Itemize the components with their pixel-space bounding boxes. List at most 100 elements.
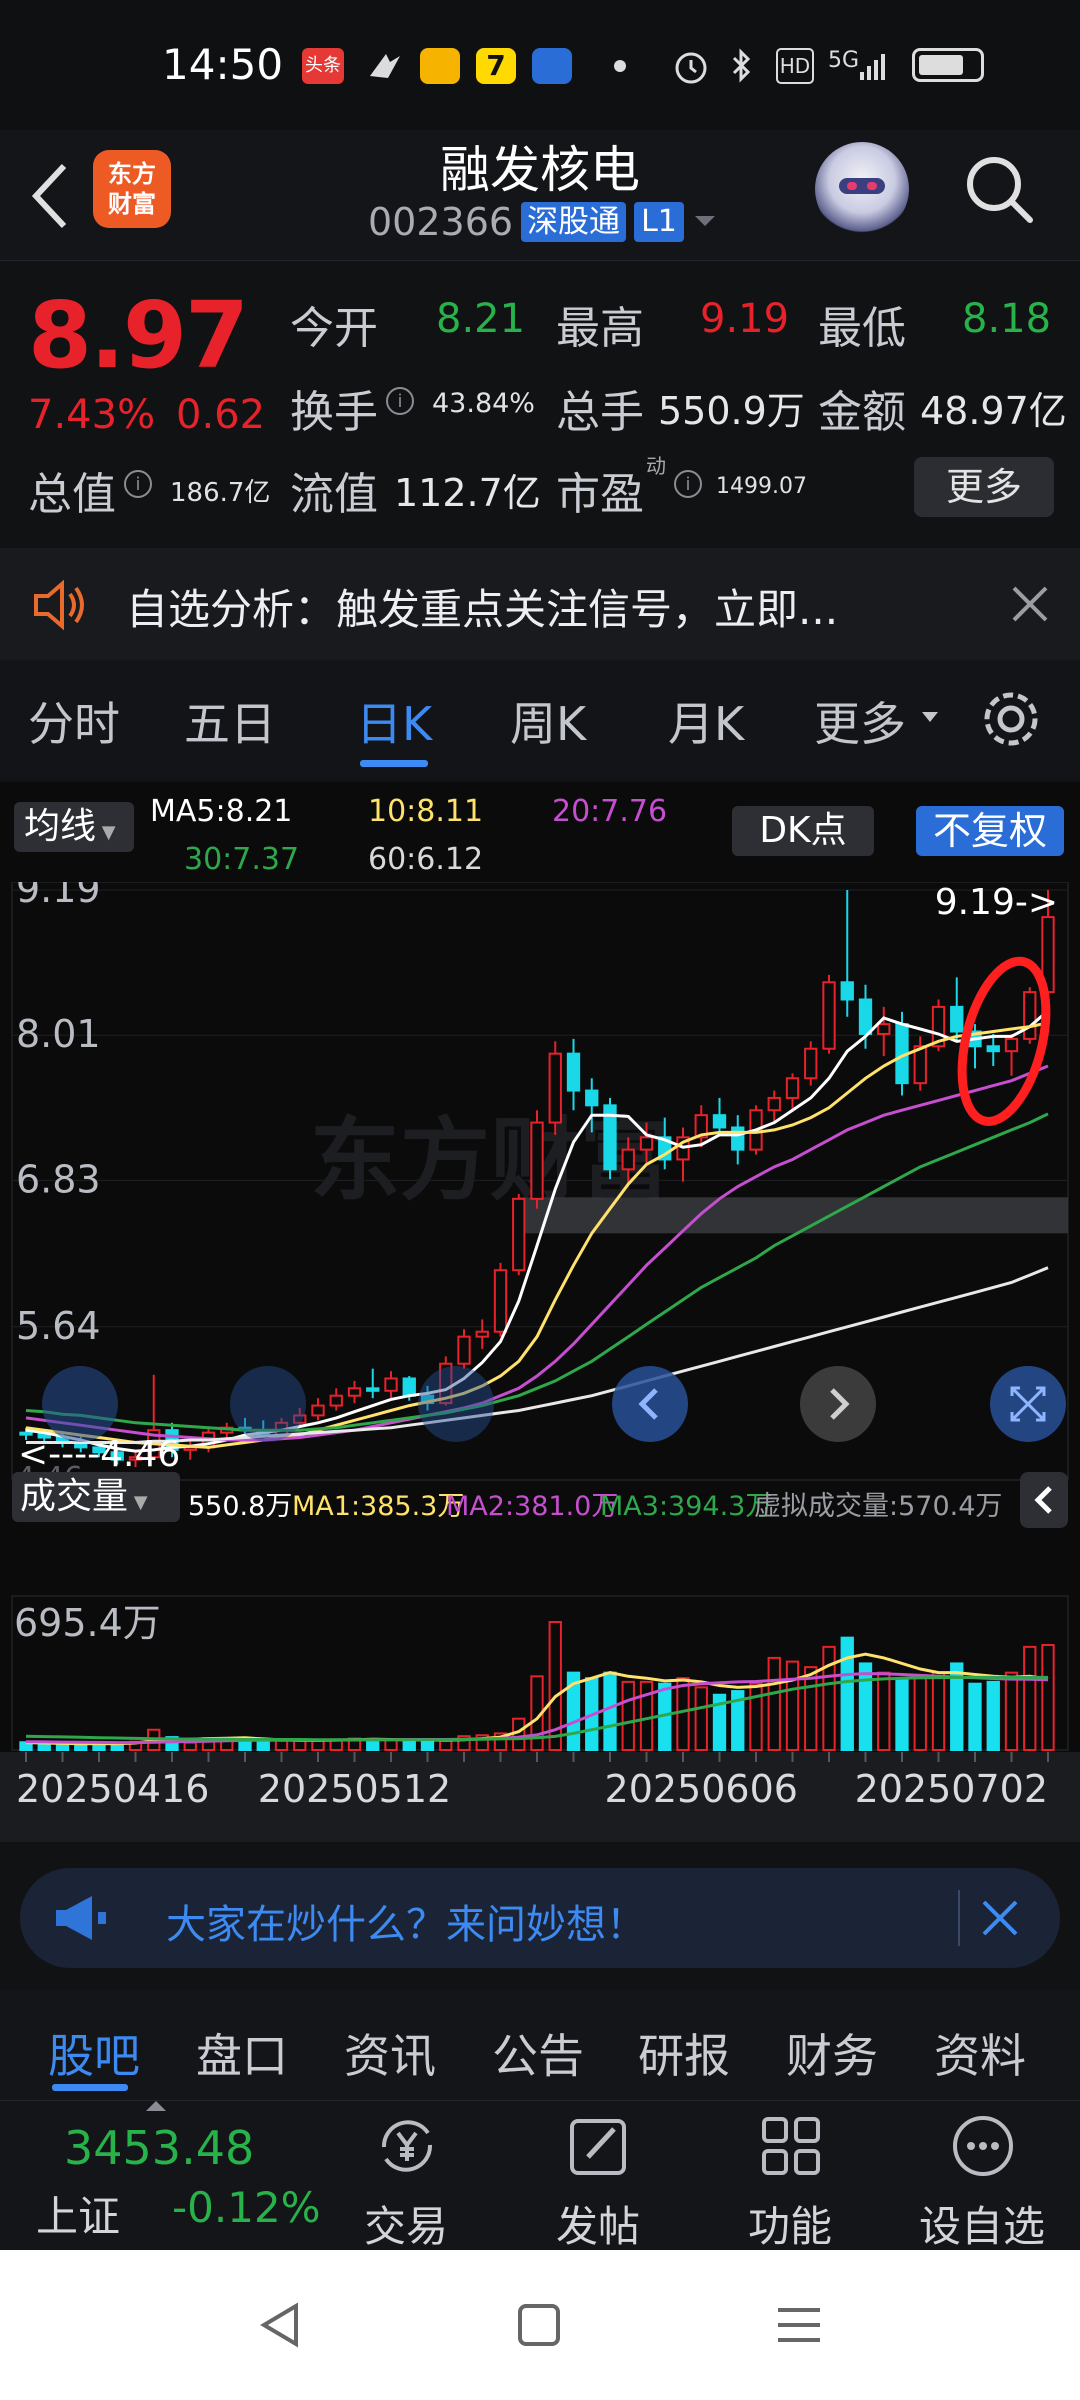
tab-profile[interactable]: 资料 (934, 2020, 1026, 2086)
ma-selector-label: 均线 (24, 806, 97, 847)
close-icon[interactable] (976, 1894, 1024, 1942)
ma60-label: 60:6.12 (368, 842, 484, 877)
float-cap-value: 112.7亿 (394, 471, 541, 515)
index-value: 3453.48 (64, 2121, 255, 2175)
info-icon[interactable]: i (674, 470, 702, 498)
volume-bar-down (110, 1743, 124, 1751)
prev-button[interactable] (612, 1366, 688, 1442)
price-axis-label: 6.83 (16, 1157, 101, 1201)
more-dots-icon (953, 2116, 1013, 2176)
adjust-button[interactable]: 不复权 (916, 806, 1064, 856)
level-tag: L1 (634, 202, 684, 242)
notice-bar[interactable]: 自选分析：触发重点关注信号，立即... (0, 548, 1080, 660)
tab-intraday[interactable]: 分时 (28, 688, 120, 754)
volume-selector-label: 成交量 (20, 1476, 129, 1517)
volume-bar-up (694, 1686, 708, 1751)
kline-chart[interactable]: 均线 ▼ MA5:8.21 10:8.11 20:7.76 30:7.37 60… (0, 782, 1080, 1842)
market-cap-label: 总值 (28, 469, 116, 520)
tab-announcement[interactable]: 公告 (492, 2020, 584, 2086)
candle-up (822, 981, 836, 1050)
volume-bar-up (311, 1739, 325, 1752)
stock-subtitle[interactable]: 002366 深股通 L1 (368, 198, 718, 246)
trade-button[interactable]: 交易 (336, 2101, 476, 2251)
info-icon[interactable]: i (124, 470, 152, 498)
zoom-out-button[interactable] (230, 1366, 306, 1442)
close-icon[interactable] (1006, 580, 1054, 628)
tab-research[interactable]: 研报 (638, 2020, 730, 2086)
fullscreen-button[interactable] (990, 1366, 1066, 1442)
candle-up (804, 1047, 818, 1080)
volume-bar-up (439, 1739, 453, 1752)
post-button[interactable]: 发帖 (528, 2101, 668, 2251)
tab-pankou[interactable]: 盘口 (196, 2020, 288, 2086)
high-value: 9.19 (700, 296, 790, 342)
content-tabs: 股吧 盘口 资讯 公告 研报 财务 资料 (0, 1990, 1080, 2100)
nav-home-icon[interactable] (514, 2300, 564, 2350)
market-cap-value: 186.7亿 (170, 478, 271, 508)
candle-up (877, 1023, 891, 1035)
tab-guba[interactable]: 股吧 (48, 2020, 140, 2086)
next-button[interactable] (800, 1366, 876, 1442)
open-label: 今开 (290, 303, 378, 354)
index-widget[interactable]: 3453.48 上证 -0.12% (0, 2101, 321, 2251)
zoom-in-button[interactable] (418, 1366, 494, 1442)
volume-max-label: 695.4万 (14, 1601, 161, 1645)
candle-down (986, 1045, 1000, 1053)
turnover-value: 43.84% (432, 388, 535, 419)
add-watchlist-button[interactable]: 设自选 (912, 2101, 1052, 2251)
volume-bar-up (877, 1671, 891, 1751)
tab-more[interactable]: 更多 (814, 688, 906, 754)
tab-monthly-k[interactable]: 月K (668, 688, 744, 754)
info-icon[interactable]: i (386, 387, 414, 415)
tab-finance[interactable]: 财务 (786, 2020, 878, 2086)
bluetooth-icon (728, 48, 754, 84)
date-label: 20250512 (258, 1767, 451, 1811)
volume-selector[interactable]: 成交量 ▼ (12, 1472, 180, 1522)
index-name: 上证 (36, 2192, 121, 2241)
virtual-volume: 虚拟成交量:570.4万 (754, 1491, 1003, 1522)
system-nav-bar (0, 2250, 1080, 2400)
feishu-app-icon (366, 48, 404, 84)
chart-canvas: 9.198.016.835.64东方财富9.19-><----4.464.466… (0, 882, 1080, 1842)
function-button[interactable]: 功能 (720, 2101, 860, 2251)
tab-daily-k[interactable]: 日K (356, 688, 432, 754)
tab-weekly-k[interactable]: 周K (510, 688, 586, 754)
more-button[interactable]: 更多 (914, 457, 1054, 517)
rewind-button[interactable] (42, 1366, 118, 1442)
collapse-button[interactable] (1020, 1472, 1068, 1528)
ma-selector[interactable]: 均线 ▼ (14, 802, 134, 852)
active-tab-indicator (360, 760, 428, 767)
gear-icon[interactable] (978, 686, 1044, 752)
volume-bar-up (1004, 1671, 1019, 1751)
volume-bar-up (384, 1738, 398, 1751)
nav-back-icon[interactable] (256, 2300, 306, 2350)
candle-up (548, 1052, 562, 1124)
volume-bar-down (420, 1740, 435, 1752)
dk-point-button[interactable]: DK点 (732, 806, 874, 856)
ask-banner[interactable]: 大家在炒什么？来问妙想！ (20, 1868, 1060, 1968)
volume-bar-up (183, 1741, 197, 1752)
tab-news[interactable]: 资讯 (344, 2020, 436, 2086)
chevron-right-icon (830, 1388, 850, 1420)
nav-menu-icon[interactable] (774, 2300, 824, 2350)
stock-name: 融发核电 (440, 141, 640, 199)
assistant-avatar[interactable] (815, 142, 909, 236)
megaphone-icon (50, 1890, 110, 1946)
tab-five-day[interactable]: 五日 (184, 688, 276, 754)
status-bar: 14:50 头条 7 HD 5G (0, 0, 1080, 130)
ma30-label: 30:7.37 (184, 842, 300, 877)
open-value: 8.21 (436, 296, 526, 342)
battery-icon (912, 48, 984, 82)
grid-icon (762, 2117, 820, 2175)
notice-text: 自选分析：触发重点关注信号，立即... (126, 585, 839, 634)
candle-up (311, 1404, 325, 1417)
volume-bar-down (895, 1679, 909, 1752)
search-icon[interactable] (960, 150, 1040, 230)
active-tab-indicator (52, 2084, 128, 2091)
volume-bar-up (913, 1677, 927, 1752)
ma20-label: 20:7.76 (552, 794, 668, 829)
candle-up (512, 1197, 526, 1272)
bottom-toolbar: 3453.48 上证 -0.12% 交易 发帖 功能 设自选 (0, 2100, 1080, 2251)
pe-value: 1499.07 (716, 474, 807, 499)
volume-bar-up (749, 1682, 763, 1751)
